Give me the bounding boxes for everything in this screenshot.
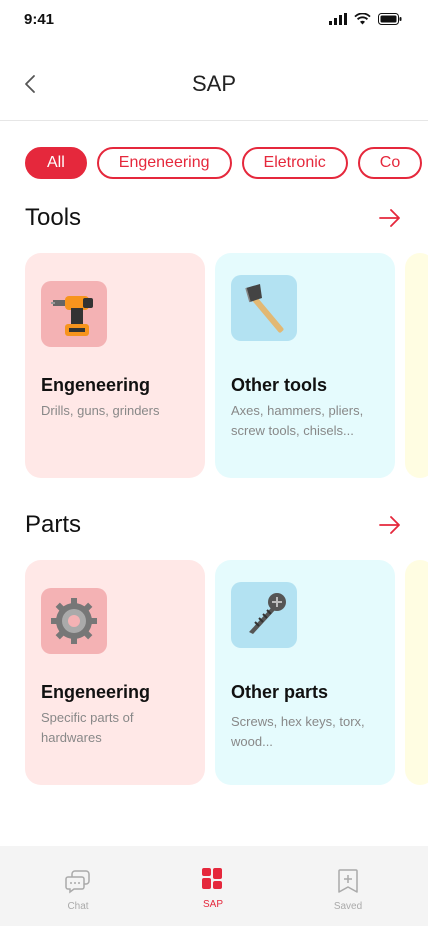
grid-icon: [202, 868, 222, 889]
part-card-other-parts[interactable]: Other parts Screws, hex keys, torx, wood…: [215, 560, 395, 785]
battery-icon: [378, 13, 402, 25]
filter-chip-engeneering[interactable]: Engeneering: [96, 147, 232, 179]
part-card-partial[interactable]: [405, 560, 428, 785]
filter-chip-all[interactable]: All: [25, 147, 87, 179]
tool-card-partial[interactable]: [405, 253, 428, 478]
tool-card-other-tools[interactable]: Other tools Axes, hammers, pliers, screw…: [215, 253, 395, 478]
screw-icon: [231, 582, 297, 648]
card-description: Specific parts of hardwares: [41, 710, 134, 745]
axe-icon: [231, 275, 297, 341]
card-title: Other parts: [231, 682, 329, 702]
filter-chip-eletronic[interactable]: Eletronic: [241, 147, 348, 179]
status-time: 9:41: [24, 11, 55, 28]
page-title: SAP: [191, 71, 237, 96]
section-title-tools: Tools: [25, 204, 82, 231]
section-title-parts: Parts: [25, 511, 82, 538]
wifi-icon: [354, 13, 371, 25]
tab-label: SAP: [202, 899, 223, 910]
tool-card-engeneering[interactable]: Engeneering Drills, guns, grinders: [25, 253, 205, 478]
filter-chips: All Engeneering Eletronic Co: [25, 147, 428, 183]
chat-icon: [65, 870, 90, 894]
tab-chat[interactable]: Chat: [48, 868, 108, 912]
tab-label: Saved: [333, 901, 363, 912]
tab-saved[interactable]: Saved: [318, 868, 378, 912]
tab-label: Chat: [67, 901, 89, 912]
filter-chip-co[interactable]: Co: [357, 147, 423, 179]
gear-icon: [41, 588, 107, 654]
card-title: Engeneering: [41, 682, 151, 702]
card-description: Drills, guns, grinders: [41, 403, 160, 418]
card-title: Other tools: [231, 375, 328, 395]
part-card-engeneering[interactable]: Engeneering Specific parts of hardwares: [25, 560, 205, 785]
status-icons: [329, 13, 402, 25]
app-header: SAP: [0, 48, 428, 121]
parts-arrow-right-icon[interactable]: [379, 516, 401, 534]
bottom-tab-bar: Chat SAP Saved: [0, 846, 428, 926]
card-description: Axes, hammers, pliers, screw tools, chis…: [231, 403, 364, 438]
bookmark-icon: [338, 869, 358, 893]
card-title: Engeneering: [41, 375, 151, 395]
tab-sap[interactable]: SAP: [183, 868, 243, 910]
signal-icon: [329, 13, 347, 25]
card-description: Screws, hex keys, torx, wood...: [231, 714, 365, 749]
drill-icon: [41, 281, 107, 347]
tools-arrow-right-icon[interactable]: [379, 209, 401, 227]
status-bar: 9:41: [0, 0, 428, 40]
